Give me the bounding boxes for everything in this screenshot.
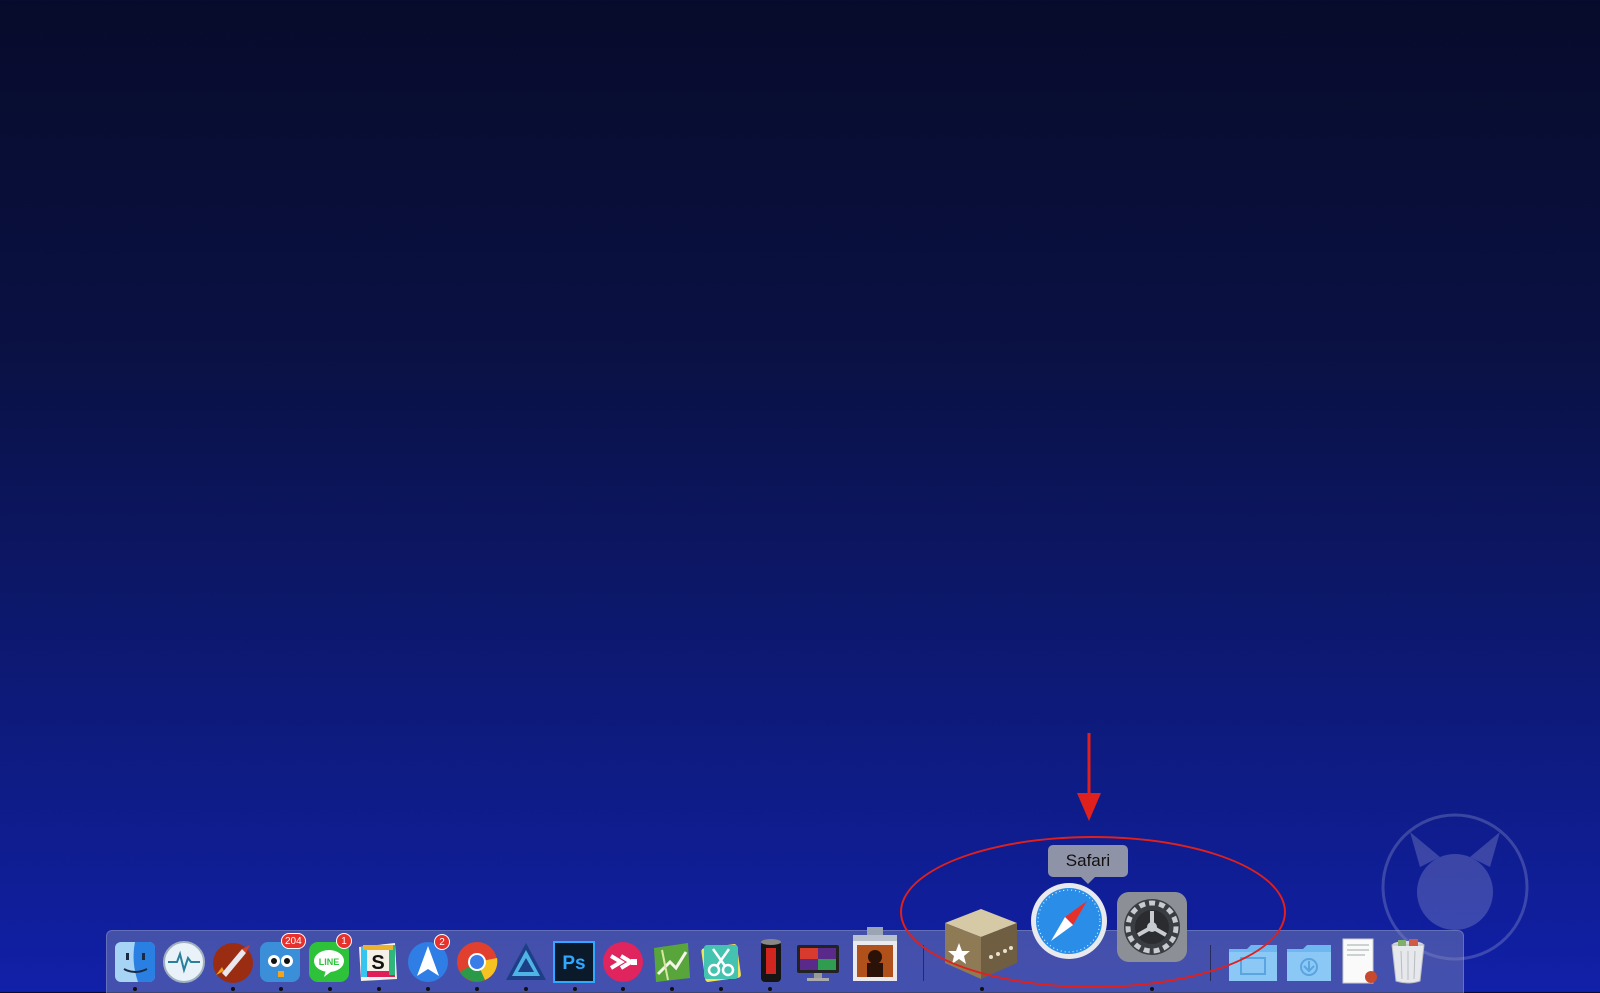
dock-item-activity-monitor[interactable] (162, 940, 206, 984)
affinity-icon (506, 943, 546, 980)
dock-item-skitch[interactable] (601, 940, 645, 984)
running-indicator (231, 987, 235, 991)
dock-item-affinity-designer[interactable] (504, 940, 548, 984)
running-indicator (980, 987, 984, 991)
chrome-icon (457, 942, 498, 982)
rocket-icon (213, 943, 253, 983)
desktop-background (0, 0, 1600, 992)
map-icon (654, 943, 690, 982)
running-indicator (768, 987, 772, 991)
dock-item-slack[interactable]: S (357, 941, 399, 983)
dock-item-line[interactable]: LINE 1 (308, 933, 352, 983)
running-indicator (719, 987, 723, 991)
dock-item-maps[interactable] (650, 940, 694, 984)
running-indicator (279, 987, 283, 991)
skitch-icon (603, 942, 643, 982)
download-folder-icon (1287, 945, 1331, 981)
annotation-arrow-icon (1077, 733, 1101, 821)
dock-separator (923, 945, 924, 981)
notification-badge: 1 (336, 933, 352, 949)
dock-item-pro[interactable] (759, 938, 783, 984)
dock-item-rocket[interactable] (210, 939, 256, 985)
notification-badge: 2 (434, 934, 450, 950)
annotation-ellipse (900, 836, 1286, 988)
slack-icon: S (359, 943, 397, 981)
can-icon (761, 939, 781, 982)
dock-item-downloads-folder[interactable] (1285, 941, 1333, 983)
slack-logo-text: S (371, 952, 384, 974)
dock-item-display[interactable] (795, 942, 841, 982)
photoshop-logo-text: Ps (562, 953, 585, 974)
running-indicator (328, 987, 332, 991)
dock-item-finder[interactable] (114, 941, 156, 983)
running-indicator (377, 987, 381, 991)
notification-badge: 204 (281, 933, 306, 949)
running-indicator (1150, 987, 1154, 991)
trash-icon (1391, 939, 1425, 984)
running-indicator (621, 987, 625, 991)
monitor-icon (797, 945, 839, 981)
dock-item-tweetbot[interactable]: 204 (259, 933, 306, 983)
running-indicator (670, 987, 674, 991)
running-indicator (524, 987, 528, 991)
dock-item-spark[interactable]: 2 (406, 934, 450, 984)
running-indicator (573, 987, 577, 991)
line-logo-text: LINE (319, 957, 340, 967)
document-icon (1342, 938, 1377, 984)
dock-item-photo-booth[interactable] (849, 925, 901, 985)
scissors-icon (701, 944, 741, 982)
running-indicator (133, 987, 137, 991)
pulse-icon (163, 941, 205, 983)
dock-item-trash[interactable] (1389, 937, 1427, 985)
running-indicator (426, 987, 430, 991)
dock-item-photoshop[interactable]: Ps (553, 941, 595, 983)
running-indicator (475, 987, 479, 991)
finder-icon (115, 942, 155, 982)
photo-booth-icon (853, 927, 897, 981)
dock-item-scissors-app[interactable] (699, 940, 743, 984)
dock-item-document[interactable] (1339, 937, 1379, 985)
photoshop-icon: Ps (553, 941, 595, 983)
dock-item-chrome[interactable] (455, 940, 499, 984)
